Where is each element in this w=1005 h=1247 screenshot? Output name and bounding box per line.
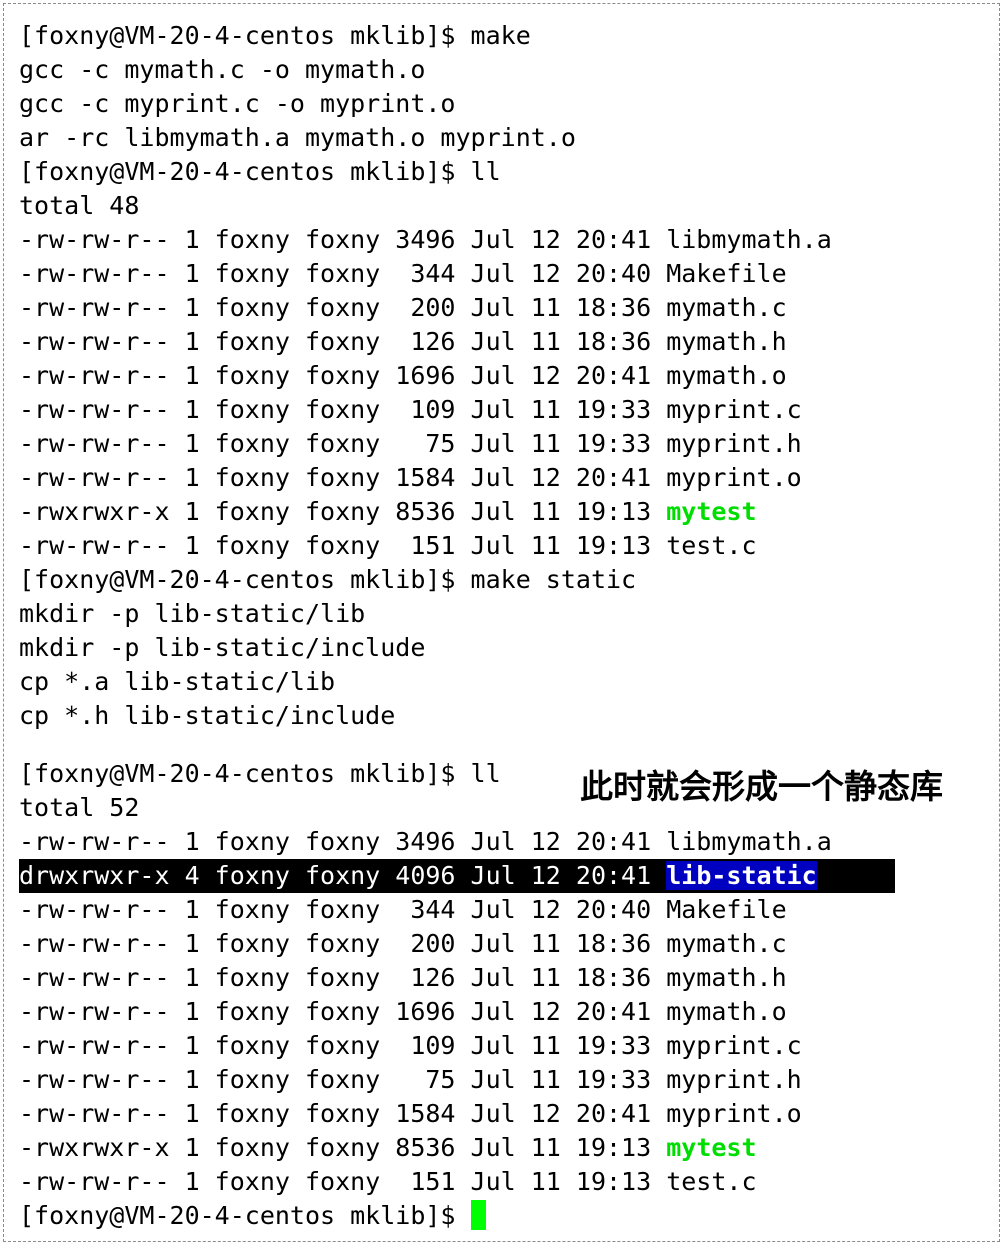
command-output: mkdir -p lib-static/lib: [19, 599, 366, 628]
command-prompt: [foxny@VM-20-4-centos mklib]$ ll: [19, 157, 501, 186]
command-output: gcc -c myprint.c -o myprint.o: [19, 89, 456, 118]
directory-name: lib-static: [666, 861, 817, 890]
file-attributes: -rwxrwxr-x 1 foxny foxny 8536 Jul 11 19:…: [19, 1133, 667, 1162]
file-entry: -rw-rw-r-- 1 foxny foxny 1584 Jul 12 20:…: [19, 1099, 802, 1128]
file-entry: -rw-rw-r-- 1 foxny foxny 126 Jul 11 18:3…: [19, 963, 787, 992]
executable-name: mytest: [666, 497, 757, 526]
file-entry: -rw-rw-r-- 1 foxny foxny 200 Jul 11 18:3…: [19, 929, 787, 958]
listing-total: total 48: [19, 191, 140, 220]
prompt-text: [foxny@VM-20-4-centos mklib]$: [19, 1201, 471, 1230]
file-entry: -rw-rw-r-- 1 foxny foxny 344 Jul 12 20:4…: [19, 259, 787, 288]
annotation-label: 此时就会形成一个静态库: [580, 767, 943, 806]
file-entry: -rw-rw-r-- 1 foxny foxny 126 Jul 11 18:3…: [19, 327, 787, 356]
command-prompt: [foxny@VM-20-4-centos mklib]$ make: [19, 21, 531, 50]
active-prompt[interactable]: [foxny@VM-20-4-centos mklib]$: [19, 1199, 895, 1233]
file-entry: -rw-rw-r-- 1 foxny foxny 75 Jul 11 19:33…: [19, 429, 802, 458]
file-entry: -rw-rw-r-- 1 foxny foxny 1696 Jul 12 20:…: [19, 997, 787, 1026]
file-attributes: -rwxrwxr-x 1 foxny foxny 8536 Jul 11 19:…: [19, 497, 667, 526]
directory-entry-highlighted: drwxrwxr-x 4 foxny foxny 4096 Jul 12 20:…: [19, 859, 895, 893]
file-entry-executable: -rwxrwxr-x 1 foxny foxny 8536 Jul 11 19:…: [19, 1131, 895, 1165]
terminal-cursor[interactable]: [470, 1200, 486, 1230]
file-entry-executable: -rwxrwxr-x 1 foxny foxny 8536 Jul 11 19:…: [19, 495, 895, 529]
file-entry: -rw-rw-r-- 1 foxny foxny 75 Jul 11 19:33…: [19, 1065, 802, 1094]
command-output: ar -rc libmymath.a mymath.o myprint.o: [19, 123, 576, 152]
file-entry: -rw-rw-r-- 1 foxny foxny 109 Jul 11 19:3…: [19, 395, 802, 424]
file-entry: -rw-rw-r-- 1 foxny foxny 1696 Jul 12 20:…: [19, 361, 787, 390]
file-entry: -rw-rw-r-- 1 foxny foxny 344 Jul 12 20:4…: [19, 895, 787, 924]
file-entry: -rw-rw-r-- 1 foxny foxny 151 Jul 11 19:1…: [19, 1167, 757, 1196]
directory-attributes: drwxrwxr-x 4 foxny foxny 4096 Jul 12 20:…: [19, 861, 667, 890]
file-entry: -rw-rw-r-- 1 foxny foxny 3496 Jul 12 20:…: [19, 827, 832, 856]
terminal-output: [foxny@VM-20-4-centos mklib]$ make gcc -…: [19, 19, 895, 1233]
executable-name: mytest: [666, 1133, 757, 1162]
file-entry: -rw-rw-r-- 1 foxny foxny 109 Jul 11 19:3…: [19, 1031, 802, 1060]
file-entry: -rw-rw-r-- 1 foxny foxny 1584 Jul 12 20:…: [19, 463, 802, 492]
command-output: cp *.a lib-static/lib: [19, 667, 336, 696]
command-output: cp *.h lib-static/include: [19, 701, 396, 730]
file-entry: -rw-rw-r-- 1 foxny foxny 3496 Jul 12 20:…: [19, 225, 832, 254]
file-entry: -rw-rw-r-- 1 foxny foxny 200 Jul 11 18:3…: [19, 293, 787, 322]
file-entry: -rw-rw-r-- 1 foxny foxny 151 Jul 11 19:1…: [19, 531, 757, 560]
command-prompt: [foxny@VM-20-4-centos mklib]$ make stati…: [19, 565, 637, 594]
command-output: gcc -c mymath.c -o mymath.o: [19, 55, 426, 84]
command-output: mkdir -p lib-static/include: [19, 633, 426, 662]
